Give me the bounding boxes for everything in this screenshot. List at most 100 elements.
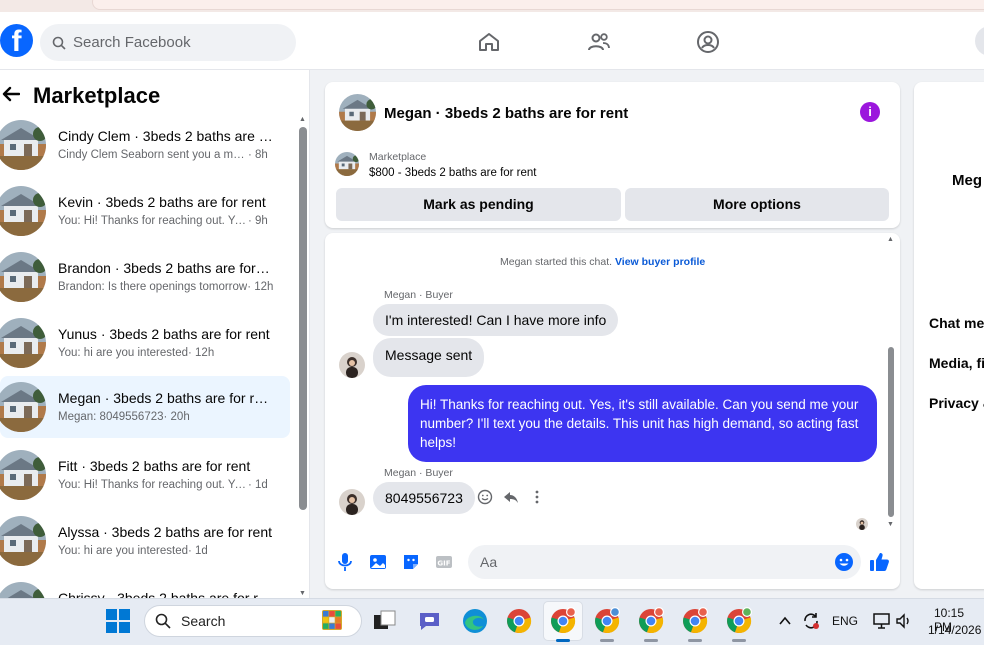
conversation-title: Kevin · 3beds 2 baths are for rent [58,194,266,210]
rubiks-cube-icon[interactable] [320,608,344,632]
chat-listing-avatar [339,94,376,131]
svg-text:GIF: GIF [437,560,450,568]
friends-icon[interactable] [587,30,611,54]
conversation-item-brandon[interactable]: Brandon · 3beds 2 baths are for rent Bra… [0,246,290,308]
listing-thumbnail [0,382,46,432]
edge-browser-icon[interactable] [461,607,489,635]
conversation-item-alyssa[interactable]: Alyssa · 3beds 2 baths are for rent You:… [0,510,290,572]
running-indicator [688,639,702,642]
marketplace-title: Marketplace [33,83,161,108]
microphone-icon[interactable] [336,552,354,572]
chat-info-panel [914,82,984,589]
buyer-avatar [339,489,365,515]
listing-thumbnail [0,120,46,170]
message-input[interactable]: Aa [468,545,861,579]
browser-address-bar[interactable] [92,0,984,10]
windows-start-icon[interactable] [105,608,131,634]
view-buyer-profile-link[interactable]: View buyer profile [615,256,705,268]
more-options-button[interactable]: More options [625,188,889,221]
sender-label: Megan · Buyer [384,289,453,301]
conversation-item-cindy[interactable]: Cindy Clem · 3beds 2 baths are for rent … [0,114,290,176]
chat-members-item[interactable]: Chat mer [929,315,984,331]
contact-name: Meg [952,172,982,189]
search-icon [155,613,171,629]
network-icon[interactable] [872,611,892,631]
sticker-icon[interactable] [401,552,421,572]
teams-chat-icon[interactable] [417,608,443,634]
outgoing-message[interactable]: Hi! Thanks for reaching out. Yes, it's s… [408,385,877,462]
media-files-item[interactable]: Media, fi [929,355,984,371]
seen-avatar [856,518,868,530]
conversation-title: Megan · 3beds 2 baths are for rent [58,390,273,406]
search-icon [52,36,66,50]
listing-thumbnail [0,186,46,236]
volume-icon[interactable] [895,612,913,630]
language-indicator[interactable]: ENG [832,614,858,628]
facebook-logo-icon[interactable]: f [0,24,33,57]
chrome-profile-icon[interactable] [637,607,665,635]
scroll-down-icon[interactable]: ▼ [299,590,306,597]
scroll-up-icon[interactable]: ▲ [299,116,306,123]
conversation-title: Fitt · 3beds 2 baths are for rent [58,458,251,474]
conversation-title: Yunus · 3beds 2 baths are for rent [58,326,270,342]
conversation-item-chrissy[interactable]: Chrissy · 3beds 2 baths are for rent [0,576,290,598]
listing-thumbnail [0,450,46,500]
chat-started-notice: Megan started this chat. View buyer prof… [500,256,706,268]
search-placeholder: Search Facebook [73,34,191,51]
groups-icon[interactable] [696,30,720,54]
home-icon[interactable] [477,30,501,54]
conversation-item-fitt[interactable]: Fitt · 3beds 2 baths are for rent You: H… [0,444,290,506]
conversation-preview: Cindy Clem Seaborn sent you a message ab… [58,149,268,161]
conversation-title: Cindy Clem · 3beds 2 baths are for rent [58,128,273,144]
chrome-profile-icon[interactable] [681,607,709,635]
listing-thumbnail [0,582,46,598]
conversation-preview: You: hi are you interested· 12h [58,347,215,359]
conversation-title: Chrissy · 3beds 2 baths are for rent [58,590,273,598]
conversation-preview: You: Hi! Thanks for reaching out. Yes, i… [58,479,268,491]
running-indicator [732,639,746,642]
running-indicator [600,639,614,642]
buyer-avatar [339,352,365,378]
more-actions-icon[interactable] [529,489,545,505]
clock-date[interactable]: 1/14/2026 [928,623,981,637]
conversation-preview: You: hi are you interested· 1d [58,545,208,557]
incoming-message[interactable]: Message sent [373,338,485,377]
listing-price-title[interactable]: $800 - 3beds 2 baths are for rent [369,167,537,179]
listing-thumbnail [0,318,46,368]
react-emoji-icon[interactable] [477,489,493,505]
marketplace-label: Marketplace [369,151,427,163]
thread-scrollbar[interactable] [888,347,894,517]
conversation-item-megan[interactable]: Megan · 3beds 2 baths are for rent Megan… [0,376,290,438]
listing-thumbnail [0,252,46,302]
conversation-list: Cindy Clem · 3beds 2 baths are for rent … [0,112,296,598]
task-view-icon[interactable] [372,609,398,633]
chevron-up-icon[interactable] [778,614,792,628]
chrome-profile-icon[interactable] [725,607,753,635]
mark-as-pending-button[interactable]: Mark as pending [336,188,621,221]
sync-icon[interactable] [801,611,821,631]
thumbs-up-icon[interactable] [869,551,890,572]
chrome-icon[interactable] [505,607,533,635]
conversation-item-yunus[interactable]: Yunus · 3beds 2 baths are for rent You: … [0,312,290,374]
taskbar-search-label: Search [181,613,226,629]
photo-icon[interactable] [368,552,388,572]
thread-scroll-down-icon[interactable]: ▼ [887,521,894,528]
incoming-message[interactable]: 8049556723 [373,482,475,514]
gif-icon[interactable]: GIF [434,552,454,572]
conversation-preview: Megan: 8049556723· 20h [58,411,190,423]
info-icon[interactable]: i [860,102,880,122]
emoji-icon[interactable] [834,552,854,572]
privacy-support-item[interactable]: Privacy & [929,395,984,411]
conversation-preview: You: Hi! Thanks for reaching out. Yes, i… [58,215,268,227]
conversation-item-kevin[interactable]: Kevin · 3beds 2 baths are for rent You: … [0,180,290,242]
thread-scroll-up-icon[interactable]: ▲ [887,236,894,243]
chat-title[interactable]: Megan · 3beds 2 baths are for rent [384,105,628,122]
back-arrow-icon[interactable] [2,86,20,102]
chrome-profile-icon[interactable] [593,607,621,635]
listing-thumbnail [0,516,46,566]
search-facebook-input[interactable]: Search Facebook [40,24,296,61]
conversation-scrollbar[interactable] [299,127,307,510]
chrome-profile-icon[interactable] [549,607,577,635]
incoming-message[interactable]: I'm interested! Can I have more info [373,304,619,336]
reply-icon[interactable] [503,489,519,505]
